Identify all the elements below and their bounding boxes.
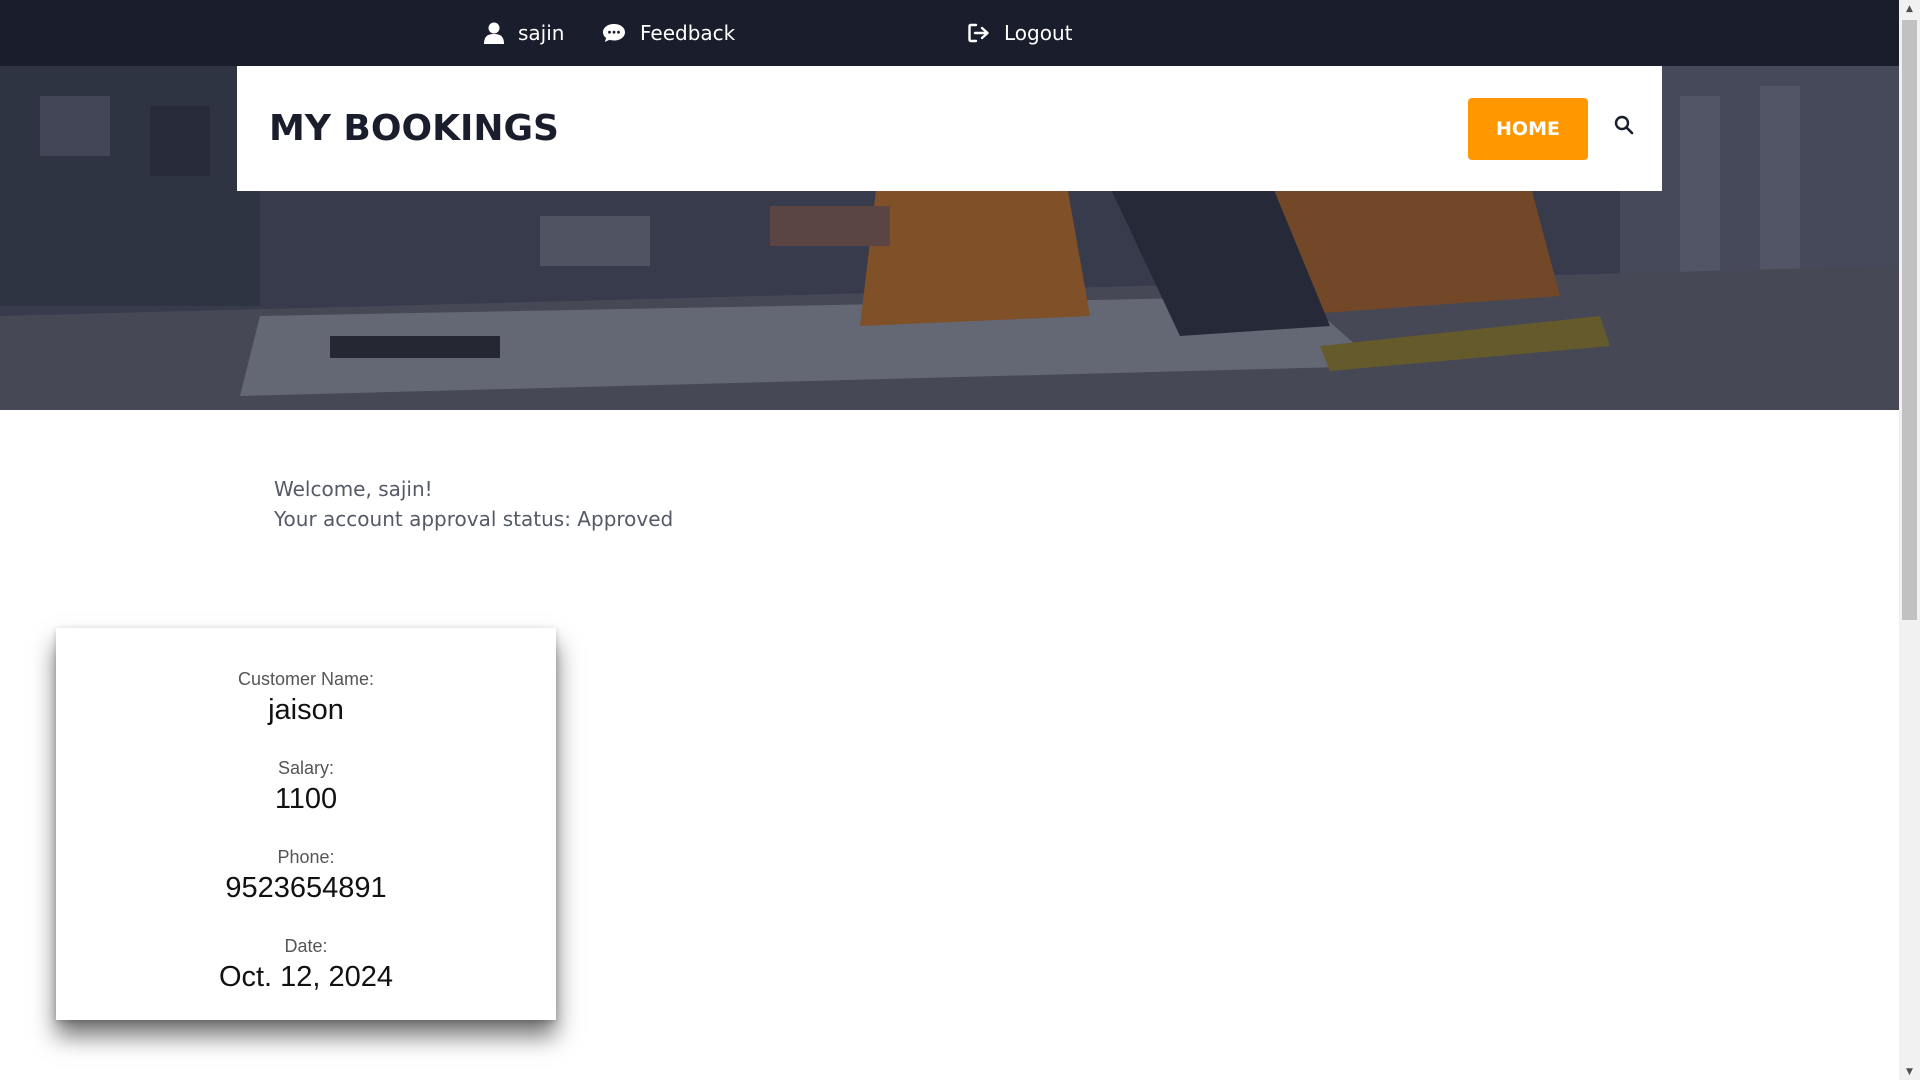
- top-bar: sajin Feedback Logout: [0, 0, 1899, 66]
- feedback-link[interactable]: Feedback: [602, 0, 735, 66]
- booking-card: Customer Name: jaison Salary: 1100 Phone…: [56, 628, 556, 1020]
- user-menu[interactable]: sajin: [484, 0, 564, 66]
- date-value: Oct. 12, 2024: [218, 961, 394, 993]
- approval-status: Your account approval status: Approved: [274, 507, 674, 531]
- scroll-down-arrow[interactable]: ▼: [1899, 1063, 1920, 1080]
- phone-field: Phone: 9523654891: [56, 846, 556, 906]
- page-title: MY BOOKINGS: [269, 108, 559, 149]
- customer-name-field: Customer Name: jaison: [56, 668, 556, 728]
- phone-value: 9523654891: [225, 872, 387, 904]
- logout-label: Logout: [1004, 21, 1073, 45]
- salary-field: Salary: 1100: [56, 757, 556, 817]
- salary-value: 1100: [274, 783, 338, 815]
- search-button[interactable]: [1609, 112, 1639, 142]
- date-field: Date: Oct. 12, 2024: [56, 935, 556, 995]
- feedback-label: Feedback: [640, 21, 736, 45]
- customer-name-label: Customer Name:: [237, 669, 375, 689]
- welcome-greeting: Welcome, sajin!: [274, 477, 433, 501]
- user-name: sajin: [518, 21, 565, 45]
- header-card: MY BOOKINGS HOME: [237, 66, 1662, 191]
- salary-label: Salary:: [277, 758, 335, 778]
- date-label: Date:: [284, 936, 328, 956]
- chat-bubble-icon: [602, 23, 626, 43]
- logout-icon: [968, 23, 990, 43]
- logout-link[interactable]: Logout: [968, 0, 1072, 66]
- scroll-up-arrow[interactable]: ▲: [1899, 0, 1920, 17]
- home-button[interactable]: HOME: [1468, 98, 1588, 160]
- customer-name-value: jaison: [268, 694, 344, 726]
- scroll-thumb[interactable]: [1902, 20, 1917, 620]
- phone-label: Phone:: [277, 847, 335, 867]
- search-icon: [1614, 115, 1634, 139]
- welcome-section: Welcome, sajin! Your account approval st…: [274, 474, 673, 534]
- vertical-scrollbar[interactable]: ▲ ▼: [1899, 0, 1920, 1080]
- user-icon: [484, 22, 504, 44]
